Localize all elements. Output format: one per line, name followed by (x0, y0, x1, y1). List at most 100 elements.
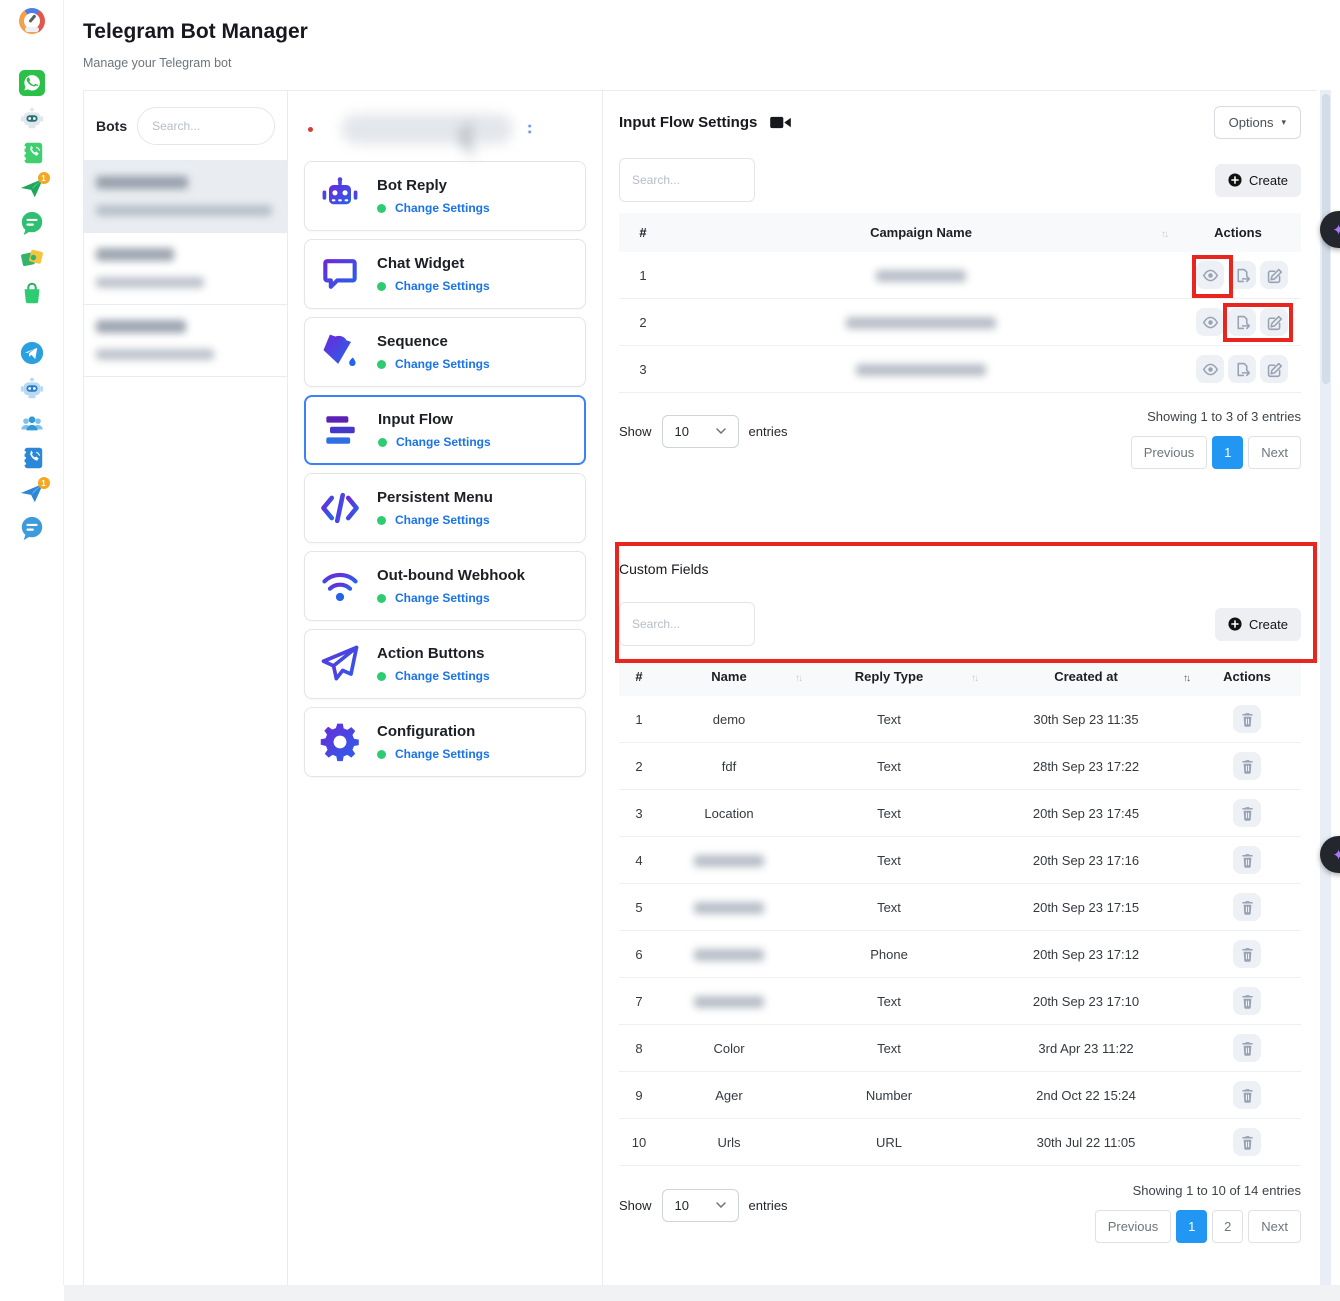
scrollbar-track (1320, 90, 1331, 1285)
chat-green-icon[interactable] (19, 210, 45, 236)
chat-widget-icon (318, 252, 362, 296)
create-campaign-button[interactable]: Create (1215, 164, 1301, 197)
phonebook-blue-icon[interactable] (19, 445, 45, 471)
settings-card-action-buttons[interactable]: Action Buttons Change Settings (304, 629, 586, 699)
bot-list-item[interactable] (84, 233, 287, 305)
field-name-redacted (694, 996, 764, 1008)
page-size-select[interactable]: 10 (662, 1189, 739, 1222)
telegram-icon[interactable] (19, 340, 45, 366)
settings-card-input-flow[interactable]: Input Flow Change Settings (304, 395, 586, 465)
page-number-button[interactable]: 2 (1212, 1210, 1243, 1243)
settings-card-configuration[interactable]: Configuration Change Settings (304, 707, 586, 777)
create-custom-field-button[interactable]: Create (1215, 608, 1301, 641)
change-settings-link[interactable]: Change Settings (395, 279, 490, 293)
trash-icon (1239, 758, 1256, 775)
delete-button[interactable] (1233, 705, 1261, 733)
bot-list-item[interactable] (84, 305, 287, 377)
input-flow-icon (319, 408, 363, 452)
change-settings-link[interactable]: Change Settings (396, 435, 491, 449)
file-export-icon (1234, 267, 1251, 284)
puzzle-hands-icon[interactable] (19, 245, 45, 271)
settings-card-title: Configuration (377, 723, 490, 740)
previous-page-button[interactable]: Previous (1095, 1210, 1172, 1243)
custom-field-row: 4 Text 20th Sep 23 17:16 (619, 837, 1301, 884)
page-number-button[interactable]: 1 (1176, 1210, 1207, 1243)
delete-button[interactable] (1233, 752, 1261, 780)
trash-icon (1239, 1087, 1256, 1104)
view-button[interactable] (1196, 355, 1224, 383)
status-dot (377, 750, 386, 759)
caret-down-icon: ▾ (1281, 117, 1286, 128)
next-page-button[interactable]: Next (1248, 1210, 1301, 1243)
whatsapp-icon[interactable] (19, 70, 45, 96)
sort-icon[interactable]: ↑↓ (1161, 229, 1167, 240)
row-number: 3 (619, 362, 667, 377)
page-size-select[interactable]: 10 (662, 415, 739, 448)
robot-blue-icon[interactable] (19, 375, 45, 401)
shopping-bag-icon[interactable] (19, 280, 45, 306)
send-plane-green-icon[interactable]: 1 (19, 175, 45, 201)
entries-summary: Showing 1 to 10 of 14 entries (1133, 1183, 1301, 1198)
delete-button[interactable] (1233, 1034, 1261, 1062)
bots-search-input[interactable] (137, 107, 275, 145)
settings-card-sequence[interactable]: Sequence Change Settings (304, 317, 586, 387)
reply-type: Text (799, 712, 979, 727)
export-button[interactable] (1228, 261, 1256, 289)
notification-badge: 1 (38, 172, 50, 184)
options-button[interactable]: Options▾ (1214, 106, 1301, 139)
custom-fields-search-input[interactable] (619, 602, 755, 646)
custom-field-row: 9 Ager Number 2nd Oct 22 15:24 (619, 1072, 1301, 1119)
view-button[interactable] (1196, 261, 1224, 289)
sort-icon[interactable]: ↑↓ (1183, 673, 1189, 684)
bot-list-item[interactable] (84, 161, 287, 233)
delete-button[interactable] (1233, 799, 1261, 827)
settings-card-bot-reply[interactable]: Bot Reply Change Settings (304, 161, 586, 231)
settings-card-list: Bot Reply Change Settings Chat Widget Ch… (304, 161, 586, 777)
team-blue-icon[interactable] (19, 410, 45, 436)
change-settings-link[interactable]: Change Settings (395, 669, 490, 683)
created-at: 20th Sep 23 17:45 (979, 806, 1193, 821)
sort-icon[interactable]: ↑↓ (971, 673, 977, 684)
custom-field-row: 2 fdf Text 28th Sep 23 17:22 (619, 743, 1301, 790)
edit-button[interactable] (1260, 308, 1288, 336)
delete-button[interactable] (1233, 893, 1261, 921)
chat-blue-icon[interactable] (19, 515, 45, 541)
view-button[interactable] (1196, 308, 1224, 336)
delete-button[interactable] (1233, 846, 1261, 874)
settings-card-persistent-menu[interactable]: Persistent Menu Change Settings (304, 473, 586, 543)
phonebook-green-icon[interactable] (19, 140, 45, 166)
change-settings-link[interactable]: Change Settings (395, 513, 490, 527)
change-settings-link[interactable]: Change Settings (395, 747, 490, 761)
created-at: 20th Sep 23 17:15 (979, 900, 1193, 915)
bots-label: Bots (96, 118, 127, 134)
colon-text: : (527, 120, 532, 138)
edit-button[interactable] (1260, 261, 1288, 289)
export-button[interactable] (1228, 308, 1256, 336)
delete-button[interactable] (1233, 940, 1261, 968)
previous-page-button[interactable]: Previous (1131, 436, 1208, 469)
field-name: fdf (722, 759, 736, 774)
speedometer-icon[interactable] (19, 8, 45, 34)
change-settings-link[interactable]: Change Settings (395, 591, 490, 605)
custom-field-row: 7 Text 20th Sep 23 17:10 (619, 978, 1301, 1025)
video-camera-icon (770, 115, 791, 130)
settings-card-chat-widget[interactable]: Chat Widget Change Settings (304, 239, 586, 309)
delete-button[interactable] (1233, 1081, 1261, 1109)
robot-gray-icon[interactable] (19, 105, 45, 131)
change-settings-link[interactable]: Change Settings (395, 357, 490, 371)
next-page-button[interactable]: Next (1248, 436, 1301, 469)
trash-icon (1239, 946, 1256, 963)
send-plane-blue-icon[interactable]: 1 (19, 480, 45, 506)
col-reply-type: Reply Type ↑↓ (799, 669, 979, 684)
custom-fields-table-body: 1 demo Text 30th Sep 23 11:35 2 fdf Text… (619, 696, 1301, 1166)
change-settings-link[interactable]: Change Settings (395, 201, 490, 215)
delete-button[interactable] (1233, 1128, 1261, 1156)
created-at: 2nd Oct 22 15:24 (979, 1088, 1193, 1103)
page-number-button[interactable]: 1 (1212, 436, 1243, 469)
campaign-search-input[interactable] (619, 158, 755, 202)
delete-button[interactable] (1233, 987, 1261, 1015)
edit-button[interactable] (1260, 355, 1288, 383)
bot-name-redacted (96, 248, 174, 261)
export-button[interactable] (1228, 355, 1256, 383)
settings-card-out-bound-webhook[interactable]: Out-bound Webhook Change Settings (304, 551, 586, 621)
